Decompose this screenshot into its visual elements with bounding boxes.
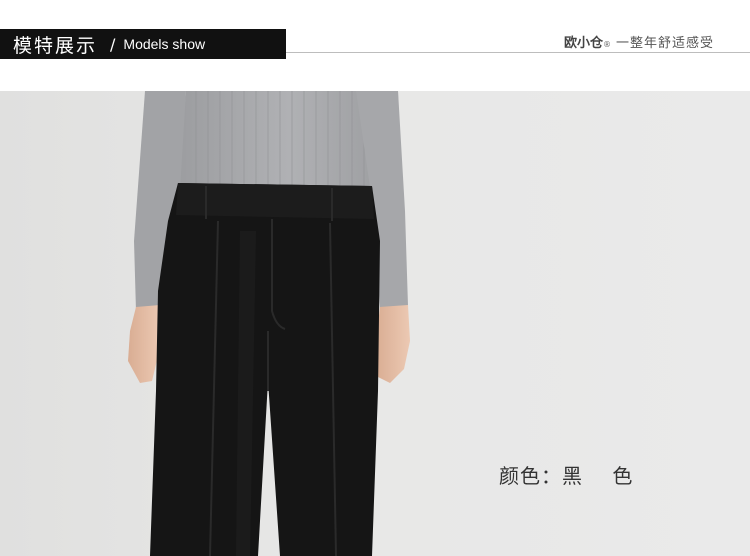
section-title-en: Models show	[123, 36, 206, 52]
brand-slogan: 一整年舒适感受	[615, 36, 714, 51]
header: 模特展示 / Models show 欧小仓 ® 一整年舒适感受	[0, 0, 750, 90]
header-divider	[286, 52, 750, 53]
model-illustration	[128, 91, 410, 556]
registered-mark: ®	[602, 40, 611, 49]
right-hand	[376, 305, 410, 383]
color-label: 颜色：黑 色	[499, 464, 634, 488]
left-hand	[128, 305, 160, 383]
trousers	[150, 183, 380, 556]
brand-tagline: 欧小仓 ® 一整年舒适感受	[564, 32, 714, 51]
model-photo: 颜色：黑 色	[0, 91, 750, 556]
section-title-bar: 模特展示 / Models show	[0, 29, 286, 59]
section-title-cn: 模特展示	[13, 34, 98, 57]
title-separator: /	[110, 34, 116, 54]
brand-name: 欧小仓	[563, 36, 603, 51]
